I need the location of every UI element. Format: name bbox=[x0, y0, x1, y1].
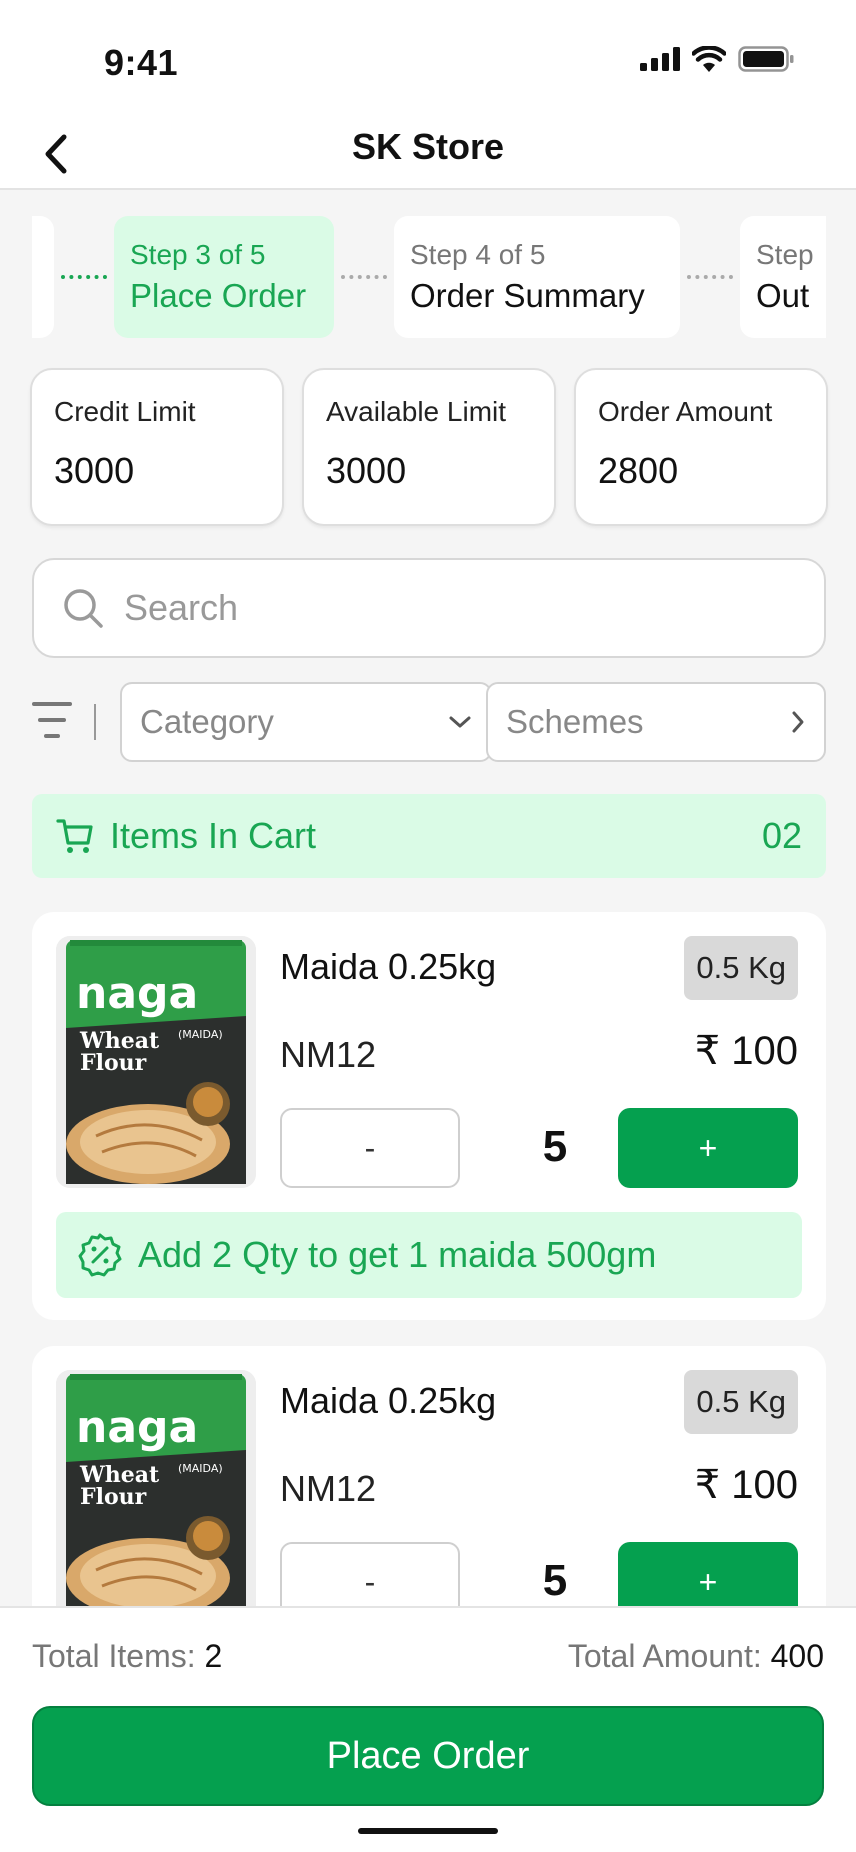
cellular-signal-icon bbox=[640, 47, 680, 71]
step-label: Out bbox=[756, 277, 810, 314]
home-indicator bbox=[358, 1828, 498, 1834]
pack-tag: (MAIDA) bbox=[178, 1462, 223, 1475]
step-4[interactable]: Step 4 of 5 Order Summary bbox=[394, 216, 680, 338]
product-image: naga Wheat Flour (MAIDA) bbox=[56, 1370, 256, 1622]
total-items-value: 2 bbox=[204, 1638, 223, 1674]
product-card: naga Wheat Flour (MAIDA) Maida 0.25kg 0.… bbox=[32, 912, 826, 1320]
step-number: Step 4 of 5 bbox=[410, 239, 546, 270]
product-weight-badge: 0.5 Kg bbox=[684, 936, 798, 1000]
pack-brand: naga bbox=[76, 1402, 198, 1453]
step-label: Order Summary bbox=[410, 277, 645, 314]
quantity-value: 5 bbox=[542, 1556, 568, 1605]
filter-divider bbox=[94, 704, 96, 740]
step-label: n bbox=[32, 261, 38, 299]
discount-badge-icon bbox=[78, 1233, 122, 1277]
category-dropdown[interactable]: Category bbox=[120, 682, 492, 762]
step-3[interactable]: Step 3 of 5 Place Order bbox=[114, 216, 334, 338]
credit-limit-label: Credit Limit bbox=[54, 396, 196, 427]
scheme-offer-text: Add 2 Qty to get 1 maida 500gm bbox=[138, 1234, 657, 1275]
schemes-selector-label: Schemes bbox=[506, 703, 644, 740]
product-image: naga Wheat Flour (MAIDA) bbox=[56, 936, 256, 1188]
decrease-quantity-button[interactable]: - bbox=[280, 1108, 460, 1188]
product-code: NM12 bbox=[280, 1468, 377, 1509]
order-amount-label: Order Amount bbox=[598, 396, 773, 427]
step-number: Step bbox=[756, 239, 814, 270]
chevron-down-icon bbox=[449, 716, 471, 728]
product-name: Maida 0.25kg bbox=[280, 946, 497, 987]
step-number: Step 3 of 5 bbox=[130, 239, 266, 270]
pack-line-2: Flour bbox=[80, 1050, 147, 1076]
quantity-value: 5 bbox=[542, 1122, 568, 1171]
search-bar bbox=[32, 558, 826, 658]
step-progress: n Step 3 of 5 Place Order Step 4 of 5 Or… bbox=[32, 216, 826, 338]
step-label: Place Order bbox=[130, 277, 307, 314]
shopping-cart-icon bbox=[56, 819, 93, 853]
increase-quantity-button[interactable]: + bbox=[618, 1108, 798, 1188]
order-amount-value: 2800 bbox=[598, 450, 679, 491]
status-bar: 9:41 bbox=[0, 0, 856, 120]
available-limit-value: 3000 bbox=[326, 450, 407, 491]
order-amount-card: Order Amount 2800 bbox=[574, 368, 828, 526]
product-price: ₹ 100 bbox=[694, 1463, 798, 1507]
step-2[interactable]: n bbox=[32, 216, 54, 338]
credit-limit-card: Credit Limit 3000 bbox=[30, 368, 284, 526]
pack-line-2: Flour bbox=[80, 1484, 147, 1510]
chevron-right-icon bbox=[792, 711, 804, 733]
product-code: NM12 bbox=[280, 1034, 377, 1075]
category-dropdown-label: Category bbox=[140, 703, 274, 740]
total-amount-value: 400 bbox=[770, 1638, 824, 1674]
total-amount: Total Amount: 400 bbox=[568, 1638, 824, 1675]
product-weight-badge: 0.5 Kg bbox=[684, 1370, 798, 1434]
steps-track: n Step 3 of 5 Place Order Step 4 of 5 Or… bbox=[32, 216, 826, 338]
items-in-cart-bar[interactable]: Items In Cart 02 bbox=[32, 794, 826, 878]
filter-row: Category Schemes bbox=[32, 682, 826, 762]
wifi-icon bbox=[692, 46, 726, 72]
available-limit-label: Available Limit bbox=[326, 396, 507, 427]
total-amount-label: Total Amount: bbox=[567, 1638, 762, 1674]
search-icon bbox=[64, 589, 103, 628]
app-header: SK Store bbox=[0, 120, 856, 190]
search-input[interactable] bbox=[124, 587, 804, 629]
place-order-button[interactable]: Place Order bbox=[32, 1706, 824, 1806]
scheme-offer-banner[interactable]: Add 2 Qty to get 1 maida 500gm bbox=[56, 1212, 802, 1298]
product-price: ₹ 100 bbox=[694, 1029, 798, 1073]
items-in-cart-label: Items In Cart bbox=[110, 815, 317, 856]
page-title: SK Store bbox=[351, 126, 505, 167]
total-items: Total Items: 2 bbox=[32, 1638, 222, 1675]
product-name: Maida 0.25kg bbox=[280, 1380, 497, 1421]
available-limit-card: Available Limit 3000 bbox=[302, 368, 556, 526]
step-connector bbox=[334, 275, 394, 279]
total-items-label: Total Items: bbox=[32, 1638, 196, 1674]
status-icons bbox=[640, 46, 794, 72]
step-connector bbox=[54, 275, 114, 279]
step-5[interactable]: Step Out bbox=[740, 216, 826, 338]
pack-tag: (MAIDA) bbox=[178, 1028, 223, 1041]
limit-cards: Credit Limit 3000 Available Limit 3000 O… bbox=[30, 368, 828, 526]
status-time: 9:41 bbox=[104, 42, 179, 83]
step-connector bbox=[680, 275, 740, 279]
filter-icon[interactable] bbox=[32, 698, 72, 744]
credit-limit-value: 3000 bbox=[54, 450, 135, 491]
battery-icon bbox=[738, 46, 794, 72]
pack-brand: naga bbox=[76, 968, 198, 1019]
items-in-cart-count: 02 bbox=[761, 815, 802, 856]
order-footer: Total Items: 2 Total Amount: 400 Place O… bbox=[0, 1606, 856, 1852]
schemes-selector[interactable]: Schemes bbox=[486, 682, 826, 762]
